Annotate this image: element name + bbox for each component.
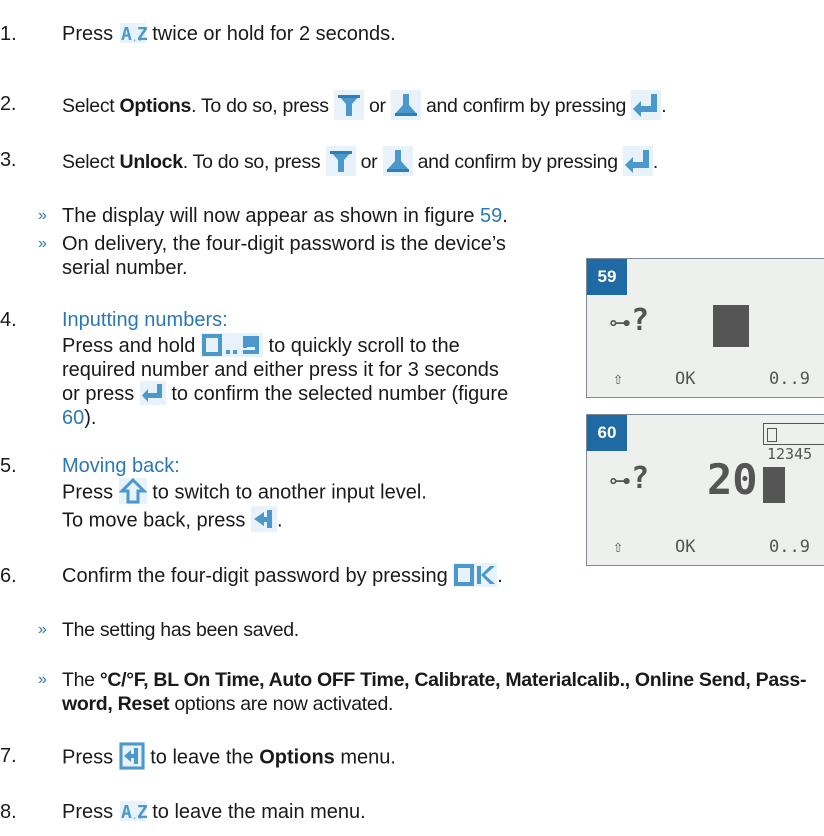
result-marker: » xyxy=(38,621,47,638)
shift-up-icon: ⇧ xyxy=(613,369,624,389)
svg-text:A: A xyxy=(121,24,132,45)
menu-name: Options xyxy=(119,95,192,118)
step-number: 5. xyxy=(0,455,17,477)
step-number: 7. xyxy=(0,745,17,767)
step-text: or xyxy=(360,151,378,174)
softkey-range: 0..9 xyxy=(769,537,810,557)
arrow-up-key-icon xyxy=(382,146,413,176)
password-prompt: ? xyxy=(631,303,650,338)
password-prompt: ? xyxy=(631,461,650,496)
softkey-ok: OK xyxy=(675,537,696,557)
step-number: 2. xyxy=(0,93,17,115)
key-icon: ⊶ xyxy=(609,469,631,494)
a-z-key-icon: A .. Z xyxy=(119,22,147,45)
enter-key-icon xyxy=(622,146,653,176)
result-marker: » xyxy=(38,671,47,688)
a-z-key-icon: A .. Z xyxy=(119,800,147,823)
figure-60-display: 60 12345 ⊶? 20 ⇧ OK 0..9 xyxy=(586,414,824,566)
softkey-range: 0..9 xyxy=(769,369,810,389)
step-text: and confirm by pressing xyxy=(417,151,618,174)
figure-label: 59 xyxy=(587,259,627,295)
svg-text:A: A xyxy=(121,802,132,823)
step-text: and confirm by pressing xyxy=(425,95,627,118)
step-number: 8. xyxy=(0,801,17,823)
key-icon: ⊶ xyxy=(609,311,631,336)
step-text: . To do so, press xyxy=(191,95,329,118)
menu-name: Options xyxy=(259,746,335,769)
step-text: Press xyxy=(62,23,114,45)
result-marker: » xyxy=(38,235,47,252)
step-heading: Moving back: xyxy=(62,455,180,477)
input-cursor-block xyxy=(713,305,749,347)
figure-link-59[interactable]: 59 xyxy=(480,205,502,227)
result-marker: » xyxy=(38,207,47,224)
entered-digits: 20 xyxy=(707,455,758,504)
shift-up-icon: ⇧ xyxy=(613,537,624,557)
enter-key-icon xyxy=(139,380,166,405)
menu-name: Unlock xyxy=(119,151,184,174)
arrow-up-key-icon xyxy=(390,90,421,120)
arrow-down-key-icon xyxy=(325,146,356,176)
figure-link-60[interactable]: 60 xyxy=(62,407,84,429)
ok-key-icon xyxy=(453,562,498,587)
activated-options-list: °C/°F, BL On Time, Auto OFF Time, Calibr… xyxy=(99,669,807,691)
step-heading: Inputting numbers: xyxy=(62,309,228,331)
enter-key-icon xyxy=(631,90,662,120)
arrow-down-key-icon xyxy=(333,90,364,120)
input-cursor-block xyxy=(763,467,785,503)
step-text: . To do so, press xyxy=(182,151,321,174)
step-number: 1. xyxy=(0,23,17,45)
step-text: twice or hold for 2 seconds. xyxy=(152,23,396,45)
number-keys-0-9-icon xyxy=(200,332,263,357)
back-key-icon xyxy=(250,506,277,532)
softkey-ok: OK xyxy=(675,369,696,389)
serial-number-box: 12345 xyxy=(763,423,824,463)
menu-exit-key-icon xyxy=(118,742,145,770)
step-text: or xyxy=(368,95,386,118)
svg-text:Z: Z xyxy=(137,24,147,45)
figure-59-display: 59 ⊶? ⇧ OK 0..9 xyxy=(586,258,824,398)
step-number: 3. xyxy=(0,149,17,171)
figure-label: 60 xyxy=(587,415,627,451)
svg-text:Z: Z xyxy=(137,802,147,823)
step-text: Select xyxy=(62,95,115,118)
step-number: 6. xyxy=(0,565,17,587)
shift-up-key-icon xyxy=(118,478,147,504)
step-number: 4. xyxy=(0,309,17,331)
step-text: Select xyxy=(62,151,115,174)
